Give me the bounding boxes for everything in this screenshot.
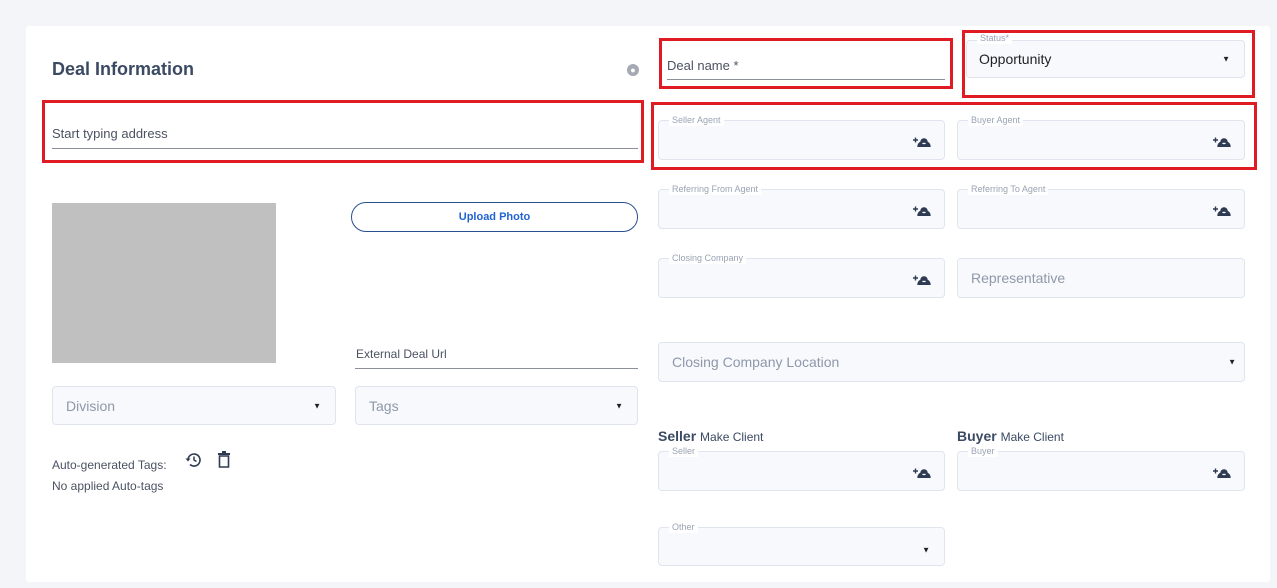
chevron-down-icon: ▼ [615,401,623,410]
buyer-legend: Buyer [968,445,998,457]
division-select[interactable]: Division ▼ [52,386,336,425]
referring-to-agent-field[interactable]: Referring To Agent [957,183,1245,229]
referring-to-legend: Referring To Agent [968,183,1049,195]
person-add-icon[interactable] [1212,202,1232,216]
other-select[interactable]: Other ▼ [658,521,945,566]
seller-field[interactable]: Seller [658,445,945,491]
buyer-agent-field[interactable]: Buyer Agent [957,114,1245,160]
buyer-section-heading: Buyer Make Client [957,428,1064,444]
auto-tags-label: Auto-generated Tags: [52,458,167,472]
address-input[interactable]: Start typing address [52,120,638,149]
chevron-down-icon: ▼ [1222,54,1230,64]
referring-from-agent-field[interactable]: Referring From Agent [658,183,945,229]
buyer-heading: Buyer [957,428,997,444]
no-auto-tags-text: No applied Auto-tags [52,479,164,493]
closing-company-location-placeholder: Closing Company Location [672,354,840,370]
page-title: Deal Information [52,59,195,79]
chevron-down-icon: ▼ [922,545,930,555]
division-placeholder: Division [66,397,116,414]
seller-legend: Seller [669,445,699,457]
external-deal-url-label: External Deal Url [356,347,447,361]
referring-from-legend: Referring From Agent [669,183,762,195]
trash-icon[interactable] [217,451,231,468]
seller-agent-legend: Seller Agent [669,114,724,126]
seller-agent-field[interactable]: Seller Agent [658,114,945,160]
upload-photo-button[interactable]: Upload Photo [351,202,638,232]
representative-input[interactable]: Representative [957,258,1245,298]
address-placeholder: Start typing address [52,126,168,141]
closing-company-location-select[interactable]: Closing Company Location ▼ [658,342,1245,382]
person-add-icon[interactable] [912,464,932,478]
deal-name-label: Deal name * [667,58,739,73]
closing-company-legend: Closing Company [669,252,747,264]
other-legend: Other [669,521,698,533]
seller-heading: Seller [658,428,697,444]
tags-select[interactable]: Tags ▼ [355,386,638,425]
person-add-icon[interactable] [912,271,932,285]
person-add-icon[interactable] [1212,464,1232,478]
buyer-make-client-link[interactable]: Make Client [1001,430,1064,444]
person-add-icon[interactable] [1212,133,1232,147]
person-add-icon[interactable] [912,133,932,147]
seller-section-heading: Seller Make Client [658,428,763,444]
seller-make-client-link[interactable]: Make Client [700,430,763,444]
buyer-field[interactable]: Buyer [957,445,1245,491]
deal-name-input[interactable]: Deal name * [667,52,945,80]
status-value: Opportunity [979,51,1052,67]
status-select[interactable]: Status* Opportunity ▼ [966,32,1245,78]
globe-icon[interactable]: ● [627,64,639,76]
buyer-agent-legend: Buyer Agent [968,114,1024,126]
external-deal-url-input[interactable]: External Deal Url [355,342,638,369]
tags-placeholder: Tags [369,397,399,414]
history-icon[interactable] [184,451,202,469]
representative-placeholder: Representative [971,270,1066,286]
deal-photo [52,203,276,363]
closing-company-field[interactable]: Closing Company [658,252,945,298]
chevron-down-icon: ▼ [1228,357,1236,367]
chevron-down-icon: ▼ [313,401,321,410]
status-legend: Status* [977,32,1013,44]
person-add-icon[interactable] [912,202,932,216]
